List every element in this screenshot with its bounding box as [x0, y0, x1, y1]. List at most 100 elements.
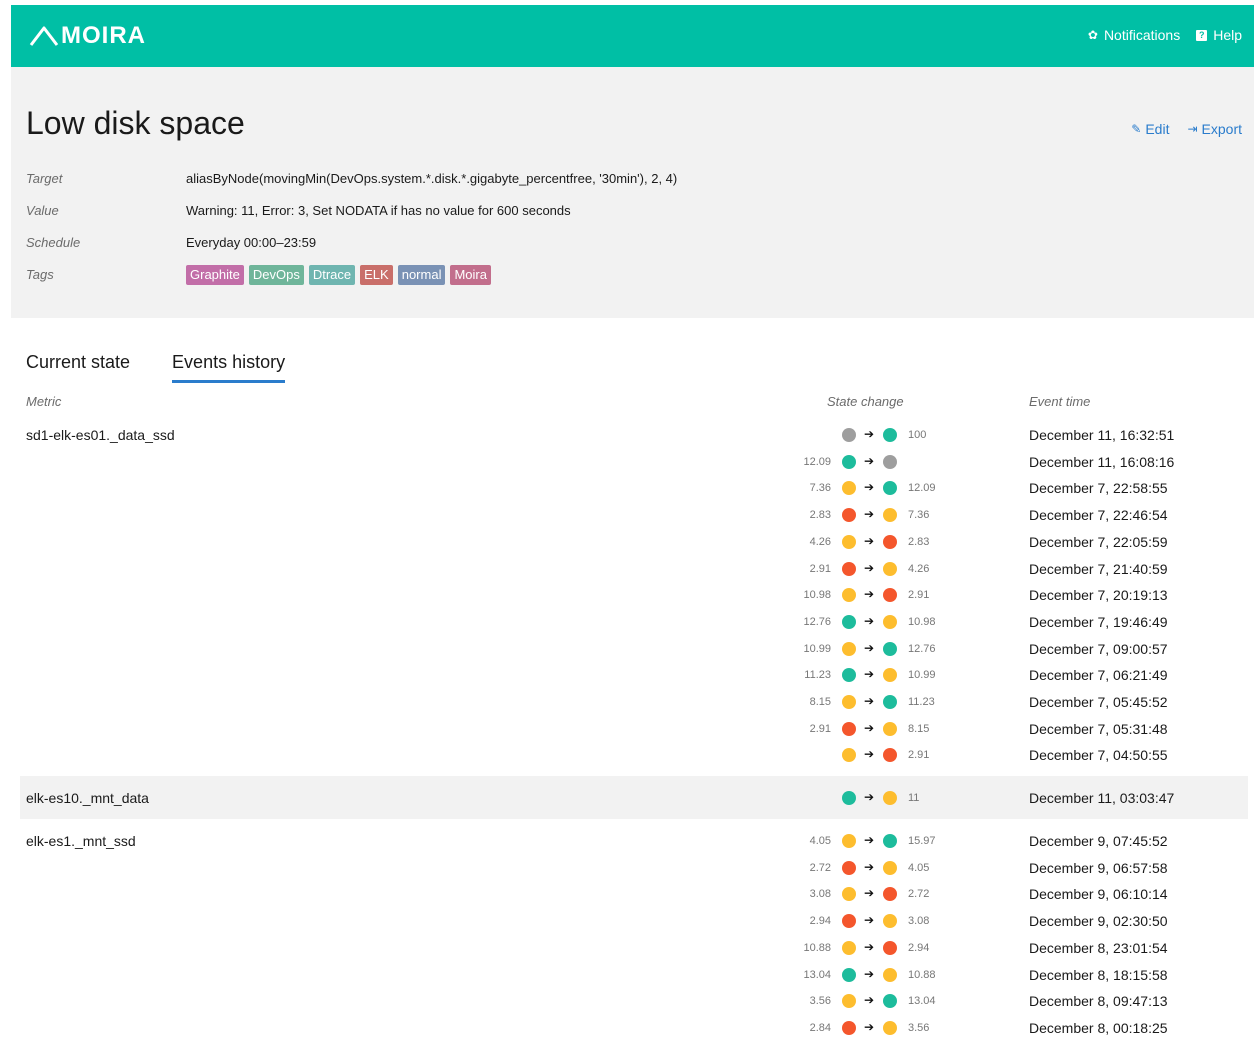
event-time: December 7, 05:45:52 [1029, 694, 1168, 710]
tag-elk[interactable]: ELK [360, 265, 393, 285]
to-value: 7.36 [908, 509, 930, 522]
to-value: 13.04 [908, 995, 936, 1008]
event-row: 8.15 ➔ 11.23 December 7, 05:45:52 [20, 688, 1248, 715]
from-state-ok-icon [842, 791, 856, 805]
tab-current-state[interactable]: Current state [26, 350, 130, 383]
tag-list: Graphite DevOps Dtrace ELK normal Moira [186, 265, 491, 285]
help-icon: ? [1196, 29, 1208, 41]
from-value: 2.83 [809, 509, 831, 522]
event-time: December 7, 22:46:54 [1029, 507, 1168, 524]
to-state-warn-icon [883, 914, 897, 929]
tab-events-history[interactable]: Events history [172, 350, 286, 383]
to-state-ok-icon [883, 428, 897, 442]
event-time: December 11, 03:03:47 [1029, 790, 1175, 806]
from-state-warn-icon [842, 887, 856, 902]
event-row: 2.72 ➔ 4.05 December 9, 06:57:58 [20, 854, 1248, 881]
tag-moira[interactable]: Moira [450, 265, 491, 285]
arrow-right-icon: ➔ [864, 507, 875, 522]
notifications-label: Notifications [1103, 27, 1181, 43]
arrow-right-icon: ➔ [864, 427, 875, 441]
tags-label: Tags [26, 267, 54, 282]
arrow-right-icon: ➔ [864, 833, 875, 847]
to-state-warn-icon [883, 860, 897, 875]
edit-button[interactable]: ✎ Edit [1131, 119, 1169, 139]
trigger-info-panel: Low disk space ✎ Edit ⇥ Export Target al… [11, 67, 1254, 318]
event-time: December 7, 22:05:59 [1029, 533, 1168, 550]
to-state-error-icon [883, 940, 897, 955]
tag-graphite[interactable]: Graphite [186, 265, 244, 285]
gear-icon: ✿ [1087, 28, 1098, 42]
to-value: 2.91 [908, 589, 930, 602]
to-state-error-icon [883, 534, 897, 549]
value-value: Warning: 11, Error: 3, Set NODATA if has… [186, 203, 571, 218]
event-time: December 7, 09:00:57 [1029, 640, 1168, 657]
from-value: 10.99 [803, 642, 831, 655]
event-time: December 11, 16:32:51 [1029, 427, 1175, 443]
to-state-warn-icon [883, 614, 897, 629]
export-icon: ⇥ [1187, 122, 1198, 136]
event-time: December 8, 18:15:58 [1029, 966, 1168, 983]
to-value: 2.94 [908, 941, 930, 954]
to-value: 15.97 [908, 835, 936, 847]
metric-group: sd1-elk-es01._data_ssd ➔ 100 December 11, 1… [20, 421, 1248, 768]
moira-logo-icon [29, 26, 59, 46]
value-row: Value Warning: 11, Error: 3, Set NODATA … [26, 201, 571, 221]
from-value: 4.26 [809, 535, 831, 548]
event-row: 2.94 ➔ 3.08 December 9, 02:30:50 [20, 907, 1248, 934]
event-row: 2.91 ➔ 8.15 December 7, 05:31:48 [20, 715, 1248, 742]
export-button[interactable]: ⇥ Export [1187, 119, 1242, 139]
from-value: 11.23 [804, 669, 831, 682]
pencil-icon: ✎ [1131, 122, 1142, 136]
to-value: 10.98 [908, 615, 936, 628]
event-time: December 7, 06:21:49 [1029, 667, 1168, 684]
event-row: 4.26 ➔ 2.83 December 7, 22:05:59 [20, 528, 1248, 555]
event-time: December 7, 05:31:48 [1029, 720, 1168, 737]
event-row: 11.23 ➔ 10.99 December 7, 06:21:49 [20, 661, 1248, 688]
to-value: 3.08 [908, 915, 930, 928]
event-row: 7.36 ➔ 12.09 December 7, 22:58:55 [20, 474, 1248, 501]
from-state-ok-icon [842, 668, 856, 683]
to-value: 2.83 [908, 535, 930, 548]
logo-text: MOIRA [61, 22, 146, 49]
from-state-error-icon [842, 860, 856, 875]
from-state-error-icon [842, 1020, 856, 1035]
event-time: December 9, 02:30:50 [1029, 913, 1168, 930]
event-row: 3.08 ➔ 2.72 December 9, 06:10:14 [20, 880, 1248, 907]
arrow-right-icon: ➔ [864, 480, 875, 495]
event-row: 2.83 ➔ 7.36 December 7, 22:46:54 [20, 501, 1248, 528]
arrow-right-icon: ➔ [864, 720, 875, 735]
notifications-link[interactable]: ✿ Notifications [1088, 25, 1180, 45]
edit-label: Edit [1145, 121, 1170, 137]
top-header: MOIRA ✿ Notifications ? Help [11, 5, 1254, 67]
schedule-label: Schedule [26, 235, 81, 250]
help-link[interactable]: ? Help [1196, 25, 1242, 45]
event-row: 12.76 ➔ 10.98 December 7, 19:46:49 [20, 608, 1248, 635]
from-state-warn-icon [842, 994, 856, 1009]
arrow-right-icon: ➔ [864, 966, 875, 981]
to-state-ok-icon [883, 695, 897, 709]
event-row: 10.98 ➔ 2.91 December 7, 20:19:13 [20, 581, 1248, 608]
moira-logo[interactable]: MOIRA [29, 22, 146, 50]
to-value: 2.91 [908, 749, 930, 762]
arrow-right-icon: ➔ [864, 913, 875, 928]
metric-group: elk-es1._mnt_ssd 4.05 ➔ 15.97 December 9, 07… [20, 827, 1248, 1041]
tag-dtrace[interactable]: Dtrace [308, 265, 356, 285]
from-state-ok-icon [842, 967, 856, 982]
to-value: 11.23 [908, 696, 935, 708]
to-value: 100 [908, 429, 927, 441]
arrow-right-icon: ➔ [864, 667, 875, 682]
tag-devops[interactable]: DevOps [248, 265, 304, 285]
to-state-warn-icon [883, 508, 897, 523]
event-row: 2.84 ➔ 3.56 December 8, 00:18:25 [20, 1014, 1248, 1041]
to-state-error-icon [883, 588, 897, 603]
arrow-right-icon: ➔ [864, 939, 875, 954]
event-row: ➔ 2.91 December 7, 04:50:55 [20, 741, 1248, 768]
event-time: December 8, 23:01:54 [1029, 939, 1168, 956]
tag-normal[interactable]: normal [397, 265, 446, 285]
from-value: 12.76 [803, 615, 831, 628]
event-time: December 7, 20:19:13 [1029, 587, 1168, 604]
event-row: ➔ 100 December 11, 16:32:51 [20, 421, 1248, 448]
from-value: 8.15 [809, 696, 831, 708]
arrow-right-icon: ➔ [864, 533, 875, 548]
to-state-warn-icon [883, 1020, 897, 1035]
